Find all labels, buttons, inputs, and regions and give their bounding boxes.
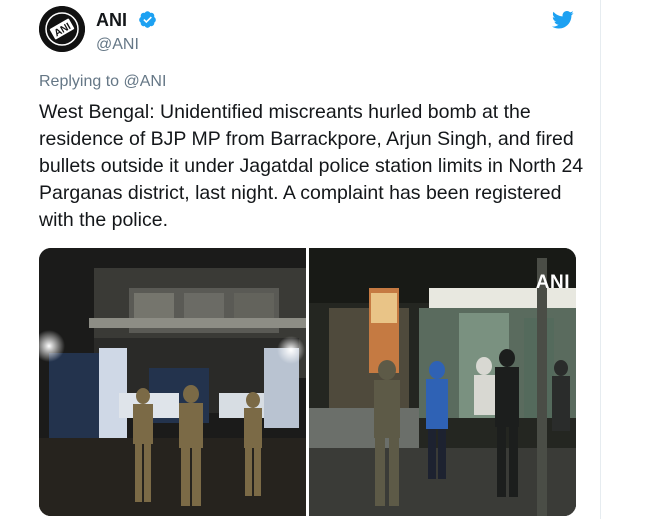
reply-prefix: Replying to xyxy=(39,73,124,90)
verified-badge-icon xyxy=(139,11,156,28)
media-grid: ANI xyxy=(39,248,576,516)
ani-logo: ANI xyxy=(39,6,85,52)
ani-watermark: ANI xyxy=(535,272,570,293)
tweet-card: ANI ANI @ANI Replying to @ANI West Benga… xyxy=(0,0,600,519)
reply-context: Replying to @ANI xyxy=(39,73,166,91)
card-border xyxy=(600,0,601,519)
reply-mention-link[interactable]: @ANI xyxy=(124,73,167,90)
handle[interactable]: @ANI xyxy=(96,36,139,54)
display-name[interactable]: ANI xyxy=(96,10,127,31)
tweet-text: West Bengal: Unidentified miscreants hur… xyxy=(39,101,584,231)
twitter-bird-icon[interactable] xyxy=(552,10,574,30)
tweet-header: ANI ANI @ANI xyxy=(39,6,579,56)
photo-night-building-police[interactable] xyxy=(39,248,306,516)
avatar[interactable]: ANI xyxy=(39,6,85,52)
